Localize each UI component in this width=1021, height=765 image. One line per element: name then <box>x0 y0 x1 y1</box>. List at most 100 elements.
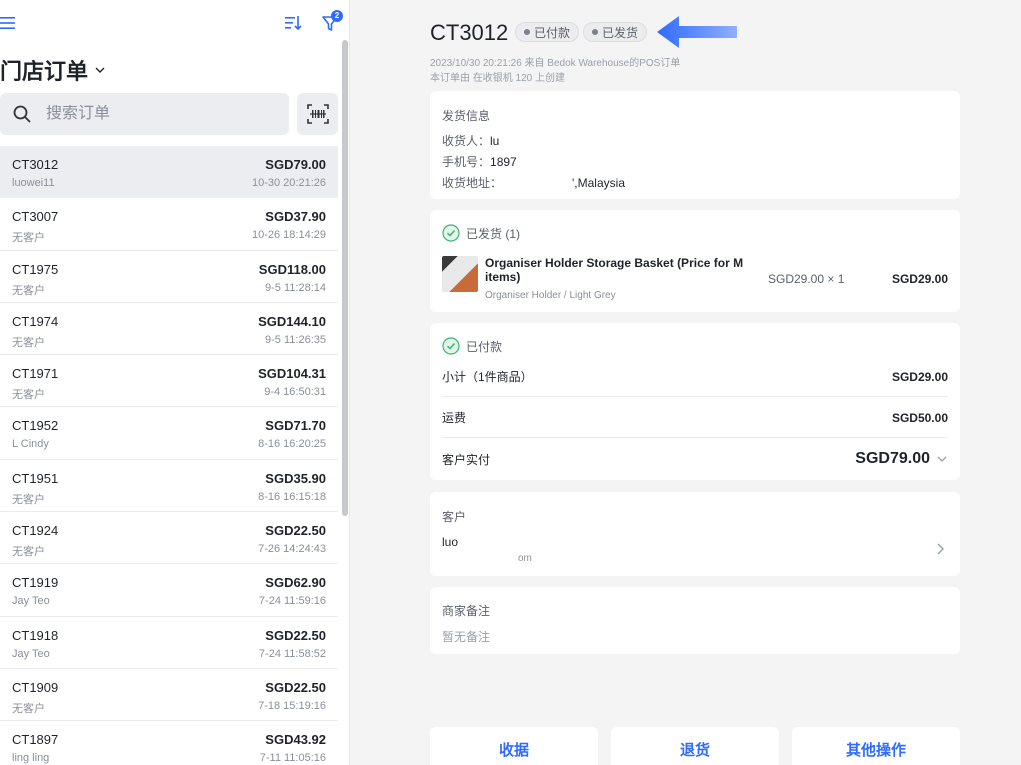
order-row[interactable]: CT1974 无客户 SGD144.10 9-5 11:26:35 <box>0 303 338 356</box>
subtotal-label: 小计（1件商品） <box>442 370 533 384</box>
order-row[interactable]: CT1952 L Cindy SGD71.70 8-16 16:20:25 <box>0 407 338 460</box>
order-list-panel: 2 门店订单 CT3012 luowei11 SGD79.00 10-30 20:21… <box>0 0 350 765</box>
shipping-fee-value: SGD50.00 <box>891 410 948 425</box>
order-row-id: CT1918 <box>12 627 59 643</box>
customer-paid-value: SGD79.00 <box>855 450 930 467</box>
order-row-customer: 无客户 <box>12 232 45 245</box>
order-row-id: CT1951 <box>12 470 59 486</box>
order-row-customer: 无客户 <box>12 389 45 402</box>
product-thumbnail <box>442 256 478 292</box>
order-row-time: 7-18 15:19:16 <box>258 699 326 712</box>
store-orders-title[interactable]: 门店订单 <box>0 54 106 86</box>
order-row-customer: Jay Teo <box>12 647 50 660</box>
order-row[interactable]: CT1918 Jay Teo SGD22.50 7-24 11:58:52 <box>0 617 338 669</box>
subtotal-value: SGD29.00 <box>891 369 948 384</box>
order-row-amount: SGD43.92 <box>265 732 326 748</box>
shipping-fee-row: 运费 SGD50.00 <box>442 398 948 438</box>
customer-name: luo <box>442 535 459 549</box>
customer-email: om <box>518 553 532 564</box>
chevron-down-icon <box>95 67 105 73</box>
payment-title-text: 已付款 <box>466 339 503 354</box>
fulfillment-title: 已发货 (1) <box>442 224 520 242</box>
order-row-amount: SGD144.10 <box>258 313 326 329</box>
order-row-id: CT3012 <box>12 157 59 172</box>
filter-count-badge: 2 <box>331 10 343 22</box>
search-box <box>0 93 289 135</box>
order-row-customer: 无客户 <box>12 493 45 506</box>
order-row-customer: 无客户 <box>12 702 45 715</box>
chevron-down-icon <box>937 456 947 462</box>
customer-card[interactable]: 客户 luo om <box>430 492 960 576</box>
shipped-status-text: 已发货 <box>602 25 639 40</box>
address-label: 收货地址： <box>442 176 503 190</box>
order-row[interactable]: CT1975 无客户 SGD118.00 9-5 11:28:14 <box>0 251 338 303</box>
order-row[interactable]: CT3012 luowei11 SGD79.00 10-30 20:21:26 <box>0 146 338 199</box>
address-line: 收货地址： ',Malaysia <box>442 174 625 191</box>
sort-icon[interactable] <box>283 13 303 33</box>
order-row-time: 7-11 11:05:16 <box>259 752 326 765</box>
order-row[interactable]: CT1924 无客户 SGD22.50 7-26 14:24:43 <box>0 512 338 565</box>
order-row[interactable]: CT1919 Jay Teo SGD62.90 7-24 11:59:16 <box>0 564 338 617</box>
search-input[interactable] <box>46 105 266 123</box>
order-row-amount: SGD37.90 <box>265 209 326 225</box>
order-row-amount: SGD22.50 <box>265 523 326 539</box>
menu-icon[interactable] <box>0 14 18 32</box>
product-line-total: SGD29.00 <box>891 272 948 286</box>
order-row[interactable]: CT1897 ling ling SGD43.92 7-11 11:05:16 <box>0 721 338 765</box>
order-row[interactable]: CT1909 无客户 SGD22.50 7-18 15:19:16 <box>0 669 338 722</box>
order-row-customer: Jay Teo <box>12 595 50 608</box>
payment-card: 已付款 小计（1件商品） SGD29.00 运费 SGD50.00 客户实付 S… <box>430 323 960 480</box>
check-circle-icon <box>442 337 460 355</box>
order-row-customer: 无客户 <box>12 284 45 297</box>
order-row-time: 7-24 11:58:52 <box>258 647 326 660</box>
phone-label: 手机号： <box>442 155 491 169</box>
address-value: ',Malaysia <box>572 176 625 190</box>
shipped-status-badge: 已发货 <box>583 22 648 42</box>
barcode-scan-icon <box>306 104 329 124</box>
fulfillment-title-text: 已发货 (1) <box>466 226 521 241</box>
check-circle-icon <box>442 224 460 242</box>
more-actions-button[interactable]: 其他操作 <box>792 727 960 765</box>
merchant-note-title: 商家备注 <box>442 604 491 618</box>
order-row-time: 10-26 18:14:29 <box>251 229 326 242</box>
order-row-id: CT1971 <box>12 366 59 382</box>
refund-button[interactable]: 退货 <box>611 727 779 765</box>
shipping-info-title: 发货信息 <box>442 109 491 123</box>
customer-title: 客户 <box>442 510 467 524</box>
customer-paid-row[interactable]: 客户实付 SGD79.00 <box>442 439 948 479</box>
receipt-button[interactable]: 收据 <box>430 727 598 765</box>
store-orders-title-text: 门店订单 <box>0 59 89 84</box>
order-row-id: CT1952 <box>12 418 59 434</box>
merchant-note-card[interactable]: 商家备注 暂无备注 <box>430 587 960 654</box>
order-row-amount: SGD22.50 <box>265 679 326 695</box>
order-row-time: 9-5 11:26:35 <box>265 333 326 346</box>
paid-status-text: 已付款 <box>534 25 571 40</box>
order-list-scrollbar[interactable] <box>342 40 348 516</box>
customer-paid-label: 客户实付 <box>442 452 491 467</box>
order-row-time: 8-16 16:15:18 <box>258 490 326 503</box>
order-row[interactable]: CT1951 无客户 SGD35.90 8-16 16:15:18 <box>0 460 338 513</box>
order-row-customer: luowei11 <box>12 177 55 189</box>
order-row-amount: SGD118.00 <box>258 261 326 277</box>
status-dot-icon <box>592 29 598 35</box>
order-row-time: 9-5 11:28:14 <box>265 281 326 294</box>
order-row-amount: SGD104.31 <box>258 366 326 382</box>
order-row-amount: SGD35.90 <box>265 470 326 486</box>
scan-barcode-button[interactable] <box>297 93 338 135</box>
product-unit-qty: SGD29.00 × 1 <box>768 272 845 286</box>
customer-paid-value-wrap: SGD79.00 <box>855 450 948 468</box>
fulfillment-card: 已发货 (1) Organiser Holder Storage Basket … <box>430 210 960 312</box>
order-row-time: 9-4 16:50:31 <box>264 386 326 399</box>
order-list: CT3012 luowei11 SGD79.00 10-30 20:21:26 CT30… <box>0 146 338 765</box>
order-source-meta: 2023/10/30 20:21:26 来自 Bedok Warehouse的P… <box>430 58 681 69</box>
order-row-customer: L Cindy <box>12 438 49 451</box>
order-row-id: CT1897 <box>12 732 59 748</box>
product-variant: Organiser Holder / Light Grey <box>485 290 616 301</box>
order-row-customer: 无客户 <box>12 336 45 349</box>
order-row[interactable]: CT3007 无客户 SGD37.90 10-26 18:14:29 <box>0 198 338 251</box>
phone-value: 1897 <box>490 155 517 169</box>
shipping-info-card: 发货信息 收货人：lu 手机号：1897 收货地址： ',Malaysia <box>430 91 960 199</box>
order-row[interactable]: CT1971 无客户 SGD104.31 9-4 16:50:31 <box>0 355 338 408</box>
order-row-time: 7-24 11:59:16 <box>258 595 326 608</box>
recipient-label: 收货人： <box>442 134 491 148</box>
